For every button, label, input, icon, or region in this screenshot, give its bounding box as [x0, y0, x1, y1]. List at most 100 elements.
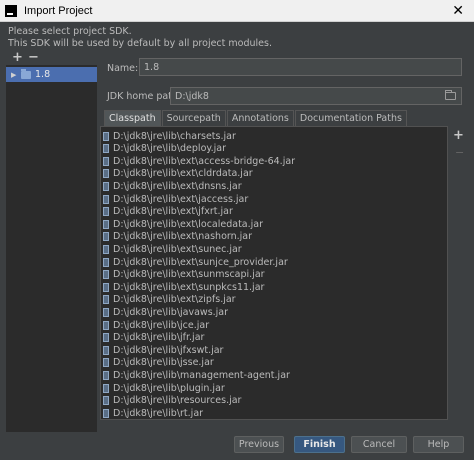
classpath-path: D:\jdk8\jre\lib\ext\access-bridge-64.jar: [113, 155, 296, 167]
classpath-row[interactable]: D:\jdk8\jre\lib\ext\jfxrt.jar: [103, 206, 233, 218]
classpath-row[interactable]: D:\jdk8\jre\lib\ext\sunjce_provider.jar: [103, 256, 288, 268]
remove-sdk-button[interactable]: −: [28, 51, 39, 65]
classpath-path: D:\jdk8\jre\lib\javaws.jar: [113, 306, 229, 318]
classpath-row[interactable]: D:\jdk8\jre\lib\ext\localedata.jar: [103, 218, 263, 230]
previous-button-label: Previous: [238, 439, 280, 450]
jar-icon: [103, 181, 109, 191]
cancel-button-label: Cancel: [362, 439, 396, 450]
intellij-app-icon: [5, 4, 17, 17]
jar-icon: [103, 257, 109, 267]
classpath-path: D:\jdk8\jre\lib\management-agent.jar: [113, 369, 290, 381]
instruction-line-2: This SDK will be used by default by all …: [8, 38, 272, 49]
jar-icon: [103, 156, 109, 166]
jar-icon: [103, 194, 109, 204]
classpath-row[interactable]: D:\jdk8\jre\lib\charsets.jar: [103, 130, 236, 142]
jar-icon: [103, 131, 109, 141]
classpath-path: D:\jdk8\jre\lib\deploy.jar: [113, 143, 227, 155]
sdk-item-1-8[interactable]: ▶ 1.8: [6, 67, 97, 82]
path-tabs: Classpath Sourcepath Annotations Documen…: [104, 110, 408, 126]
finish-button[interactable]: Finish: [294, 436, 345, 453]
close-icon[interactable]: ✕: [452, 3, 464, 19]
add-path-button[interactable]: +: [453, 128, 464, 143]
classpath-row[interactable]: D:\jdk8\jre\lib\ext\cldrdata.jar: [103, 168, 253, 180]
expand-caret-icon[interactable]: ▶: [11, 71, 19, 79]
classpath-row[interactable]: D:\jdk8\jre\lib\ext\dnsns.jar: [103, 180, 242, 192]
classpath-path: D:\jdk8\jre\lib\ext\localedata.jar: [113, 218, 264, 230]
classpath-row[interactable]: D:\jdk8\jre\lib\jce.jar: [103, 319, 209, 331]
classpath-path: D:\jdk8\jre\lib\charsets.jar: [113, 130, 236, 142]
jar-icon: [103, 244, 109, 254]
name-label: Name:: [107, 63, 139, 74]
classpath-path: D:\jdk8\jre\lib\jsse.jar: [113, 357, 214, 369]
classpath-path: D:\jdk8\jre\lib\ext\sunmscapi.jar: [113, 269, 265, 281]
jar-icon: [103, 396, 109, 406]
jar-icon: [103, 358, 109, 368]
cancel-button[interactable]: Cancel: [351, 436, 407, 453]
finish-button-label: Finish: [303, 439, 336, 450]
classpath-row[interactable]: D:\jdk8\jre\lib\plugin.jar: [103, 382, 225, 394]
sdk-list[interactable]: ▶ 1.8: [6, 65, 97, 432]
classpath-row[interactable]: D:\jdk8\jre\lib\management-agent.jar: [103, 369, 290, 381]
classpath-row[interactable]: D:\jdk8\jre\lib\rt.jar: [103, 407, 203, 419]
jdk-home-field[interactable]: [170, 87, 462, 105]
tab-classpath[interactable]: Classpath: [104, 110, 161, 126]
jar-icon: [103, 270, 109, 280]
jar-icon: [103, 333, 109, 343]
classpath-row[interactable]: D:\jdk8\jre\lib\jsse.jar: [103, 357, 214, 369]
classpath-row[interactable]: D:\jdk8\jre\lib\ext\jaccess.jar: [103, 193, 248, 205]
jar-icon: [103, 207, 109, 217]
classpath-path: D:\jdk8\jre\lib\ext\zipfs.jar: [113, 294, 236, 306]
remove-path-button[interactable]: −: [455, 146, 464, 159]
sdk-item-label: 1.8: [35, 69, 51, 80]
jar-icon: [103, 345, 109, 355]
classpath-row[interactable]: D:\jdk8\jre\lib\deploy.jar: [103, 143, 226, 155]
classpath-row[interactable]: D:\jdk8\jre\lib\resources.jar: [103, 395, 241, 407]
jar-icon: [103, 295, 109, 305]
classpath-list[interactable]: D:\jdk8\jre\lib\charsets.jar D:\jdk8\jre\…: [100, 126, 448, 420]
help-button[interactable]: Help: [413, 436, 464, 453]
classpath-row[interactable]: D:\jdk8\jre\lib\ext\access-bridge-64.jar: [103, 155, 295, 167]
classpath-path: D:\jdk8\jre\lib\jfxswt.jar: [113, 344, 224, 356]
jar-icon: [103, 232, 109, 242]
jar-icon: [103, 307, 109, 317]
classpath-row[interactable]: D:\jdk8\jre\lib\jfr.jar: [103, 332, 204, 344]
jar-icon: [103, 282, 109, 292]
instruction-line-1: Please select project SDK.: [8, 26, 132, 37]
previous-button[interactable]: Previous: [234, 436, 284, 453]
help-button-label: Help: [427, 439, 450, 450]
jar-icon: [103, 169, 109, 179]
tab-annotations[interactable]: Annotations: [226, 110, 294, 126]
classpath-row[interactable]: D:\jdk8\jre\lib\ext\nashorn.jar: [103, 231, 252, 243]
classpath-row[interactable]: D:\jdk8\jre\lib\ext\zipfs.jar: [103, 294, 236, 306]
classpath-path: D:\jdk8\jre\lib\ext\cldrdata.jar: [113, 168, 253, 180]
classpath-row[interactable]: D:\jdk8\jre\lib\ext\sunpkcs11.jar: [103, 281, 264, 293]
classpath-path: D:\jdk8\jre\lib\ext\jaccess.jar: [113, 193, 249, 205]
classpath-path: D:\jdk8\jre\lib\rt.jar: [113, 407, 204, 419]
classpath-path: D:\jdk8\jre\lib\plugin.jar: [113, 382, 225, 394]
classpath-path: D:\jdk8\jre\lib\ext\sunjce_provider.jar: [113, 256, 288, 268]
classpath-row[interactable]: D:\jdk8\jre\lib\jfxswt.jar: [103, 344, 223, 356]
classpath-path: D:\jdk8\jre\lib\ext\sunec.jar: [113, 243, 242, 255]
classpath-path: D:\jdk8\jre\lib\jce.jar: [113, 319, 210, 331]
classpath-path: D:\jdk8\jre\lib\ext\dnsns.jar: [113, 180, 242, 192]
classpath-row[interactable]: D:\jdk8\jre\lib\javaws.jar: [103, 306, 228, 318]
jar-icon: [103, 219, 109, 229]
tab-documentation-paths[interactable]: Documentation Paths: [294, 110, 407, 126]
jar-icon: [103, 320, 109, 330]
jar-icon: [103, 370, 109, 380]
classpath-path: D:\jdk8\jre\lib\resources.jar: [113, 395, 242, 407]
tab-sourcepath[interactable]: Sourcepath: [161, 110, 226, 126]
title-bar: Import Project ✕: [0, 0, 474, 22]
classpath-path: D:\jdk8\jre\lib\ext\jfxrt.jar: [113, 206, 233, 218]
classpath-row[interactable]: D:\jdk8\jre\lib\ext\sunmscapi.jar: [103, 269, 265, 281]
classpath-path: D:\jdk8\jre\lib\jfr.jar: [113, 332, 205, 344]
folder-icon: [21, 68, 31, 79]
browse-folder-icon[interactable]: [445, 90, 456, 100]
add-sdk-button[interactable]: +: [12, 51, 23, 65]
classpath-path: D:\jdk8\jre\lib\ext\sunpkcs11.jar: [113, 281, 265, 293]
name-field[interactable]: [139, 58, 462, 76]
jar-icon: [103, 144, 109, 154]
jar-icon: [103, 408, 109, 418]
window-title: Import Project: [24, 4, 93, 17]
classpath-row[interactable]: D:\jdk8\jre\lib\ext\sunec.jar: [103, 243, 242, 255]
